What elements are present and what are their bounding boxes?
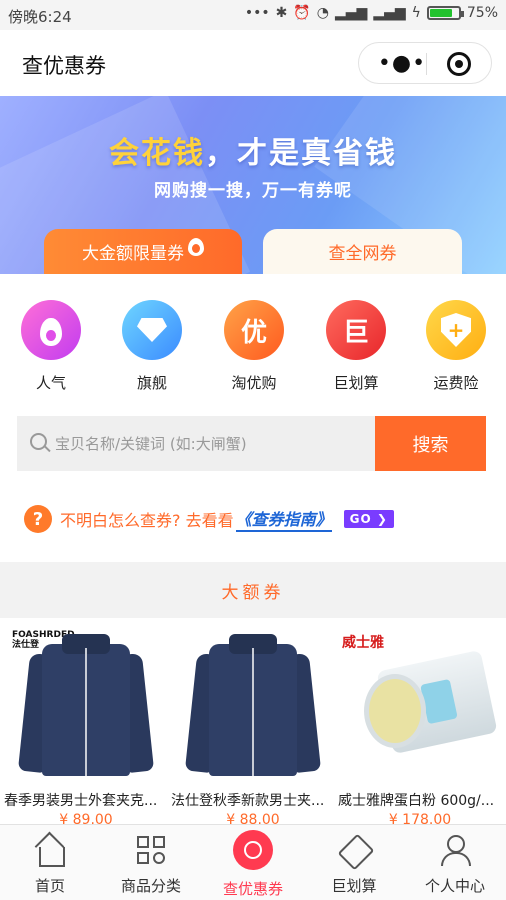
ju-badge-icon: 巨: [326, 300, 386, 360]
category-row: 人气 旗舰 优 淘优购 巨 巨划算 + 运费险: [0, 300, 506, 400]
page-title: 查优惠券: [22, 54, 106, 78]
product-image: 威士雅: [338, 624, 502, 784]
jacket-image: [184, 630, 322, 784]
category-label: 人气: [35, 374, 66, 392]
capsule-divider: [426, 53, 427, 75]
product-image: FOASHRDED 法仕登: [4, 624, 168, 784]
section-title: 大额券: [0, 562, 506, 618]
product-card[interactable]: FOASHRDED 法仕登 春季男装男士外套夹克... ¥ 89.00: [4, 618, 168, 824]
mini-program-capsule: •●•: [358, 42, 492, 84]
more-menu-icon[interactable]: •●•: [378, 51, 425, 76]
product-name: 法仕登秋季新款男士夹...: [171, 793, 325, 809]
tab-all-coupons-label: 查全网券: [328, 244, 397, 264]
protein-powder-image: [364, 649, 498, 755]
navigation-bar: 查优惠券 •●•: [0, 30, 506, 96]
category-flagship[interactable]: 旗舰: [112, 300, 192, 393]
charging-icon: ϟ: [411, 5, 421, 21]
search-icon: [30, 433, 47, 450]
tag-icon: [337, 833, 371, 867]
more-dots-icon: •••: [244, 5, 270, 21]
category-label: 淘优购: [231, 374, 277, 392]
tab-label: 个人中心: [424, 877, 485, 895]
signal-icon: ▂▄▆: [335, 5, 368, 21]
coupon-guide-hint: ? 不明白怎么查券? 去看看 《查券指南》 GO ❯: [24, 505, 394, 533]
user-icon: [438, 833, 472, 867]
tab-label: 巨划算: [331, 877, 377, 895]
shield-plus-icon: +: [426, 300, 486, 360]
wifi-icon: ◔: [316, 5, 329, 21]
product-name: 威士雅牌蛋白粉 600g/...: [338, 793, 495, 809]
search-bar: 搜索: [17, 416, 486, 471]
tab-home[interactable]: 首页: [0, 833, 100, 896]
flame-icon: [21, 300, 81, 360]
product-name: 春季男装男士外套夹克...: [4, 793, 158, 809]
tab-coupons[interactable]: 查优惠券: [203, 830, 303, 899]
tab-limited-coupons-label: 大金额限量券: [82, 244, 184, 264]
product-price: ¥ 89.00: [59, 812, 113, 824]
product-card[interactable]: 威士雅 威士雅牌蛋白粉 600g/... ¥ 178.00: [338, 618, 502, 824]
product-price: ¥ 178.00: [388, 812, 452, 824]
product-image: [171, 624, 335, 784]
headline-rest: ，才是真省钱: [205, 136, 397, 171]
tab-profile[interactable]: 个人中心: [405, 833, 505, 896]
go-arrow-icon[interactable]: GO ❯: [343, 510, 394, 528]
battery-percent: 75%: [466, 5, 498, 21]
status-bar: 傍晚6:24 ••• ✱ ⏰ ◔ ▂▄▆ ▂▄▆ ϟ 75%: [0, 0, 506, 30]
grid-search-icon: [134, 833, 168, 867]
go-label: GO: [349, 512, 372, 526]
product-card[interactable]: 法仕登秋季新款男士夹... ¥ 88.00: [171, 618, 335, 824]
you-badge-icon: 优: [224, 300, 284, 360]
tab-categories[interactable]: 商品分类: [101, 833, 201, 896]
tab-label: 首页: [34, 877, 65, 895]
close-target-icon[interactable]: [447, 52, 471, 76]
tab-label: 商品分类: [120, 877, 181, 895]
category-taoyougou[interactable]: 优 淘优购: [214, 300, 294, 393]
battery-icon: [426, 6, 464, 20]
tab-limited-coupons[interactable]: 大金额限量券: [44, 229, 242, 274]
diamond-icon: [122, 300, 182, 360]
category-label: 旗舰: [136, 374, 167, 392]
tab-all-coupons[interactable]: 查全网券: [263, 229, 462, 274]
search-field: [17, 416, 375, 471]
banner-headline: 会花钱，才是真省钱: [0, 128, 506, 172]
tab-label: 查优惠券: [222, 880, 283, 898]
question-icon: ?: [24, 505, 52, 533]
guide-prefix: 不明白怎么查券? 去看看: [60, 511, 234, 530]
hot-flame-icon: [188, 237, 204, 256]
headline-highlight: 会花钱: [109, 136, 205, 171]
category-shipping-insurance[interactable]: + 运费险: [416, 300, 496, 393]
search-button[interactable]: 搜索: [375, 416, 486, 471]
category-label: 运费险: [433, 374, 479, 392]
alarm-icon: ⏰: [293, 5, 311, 21]
search-input[interactable]: [55, 416, 369, 471]
product-price: ¥ 88.00: [226, 812, 280, 824]
category-popular[interactable]: 人气: [11, 300, 91, 393]
bottom-tab-bar: 首页 商品分类 查优惠券 巨划算 个人中心: [0, 824, 506, 900]
home-icon: [33, 833, 67, 867]
jacket-image: [17, 630, 155, 784]
brand-logo: 威士雅: [342, 635, 384, 651]
bluetooth-icon: ✱: [275, 5, 288, 21]
category-label: 巨划算: [333, 374, 379, 392]
status-time: 傍晚6:24: [8, 8, 72, 26]
product-list: FOASHRDED 法仕登 春季男装男士外套夹克... ¥ 89.00 法仕登秋季…: [0, 618, 506, 824]
category-juhuasuan[interactable]: 巨 巨划算: [316, 300, 396, 393]
signal-icon-2: ▂▄▆: [373, 5, 406, 21]
coupon-search-icon: [233, 830, 273, 870]
hero-banner: 会花钱，才是真省钱 网购搜一搜，万一有券呢 大金额限量券 查全网券: [0, 96, 506, 274]
guide-link[interactable]: 《查券指南》: [235, 506, 332, 532]
banner-subline: 网购搜一搜，万一有券呢: [154, 181, 352, 201]
tab-juhuasuan[interactable]: 巨划算: [304, 833, 404, 896]
status-icons: ••• ✱ ⏰ ◔ ▂▄▆ ▂▄▆ ϟ 75%: [245, 5, 498, 21]
battery-level: [429, 9, 453, 17]
